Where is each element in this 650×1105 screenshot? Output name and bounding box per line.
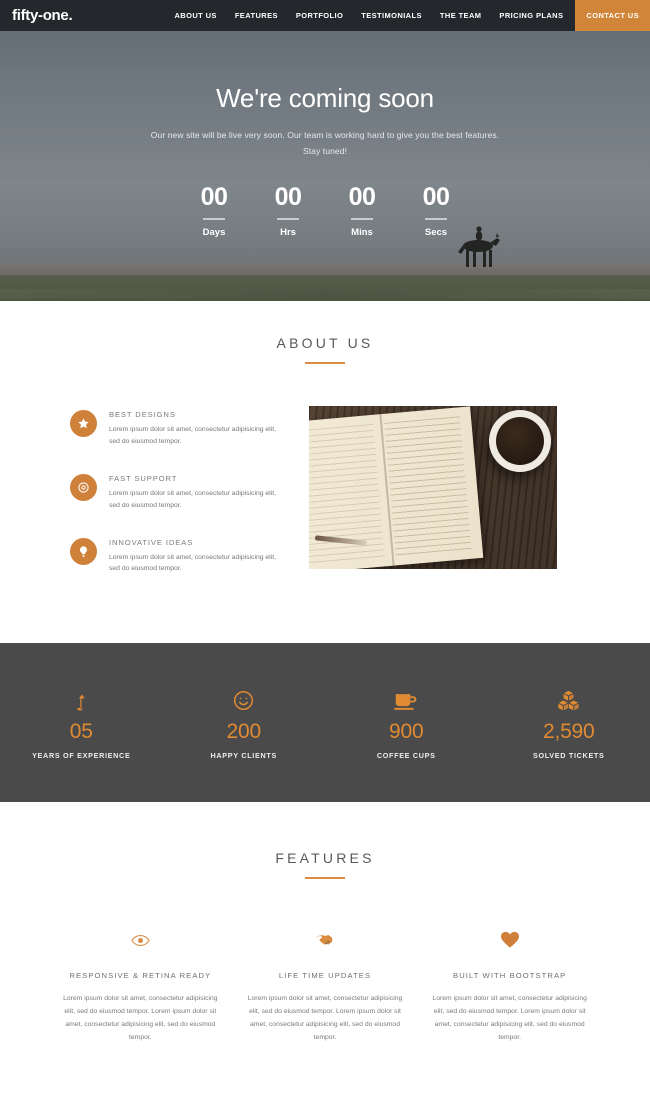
countdown-minutes-label: Mins [337, 227, 387, 238]
counter-label: COFFEE CUPS [325, 751, 488, 760]
hero-title: We're coming soon [0, 83, 650, 114]
counter-value: 05 [0, 720, 163, 744]
feature-responsive-retina-ready: RESPONSIVE & RETINA READY Lorem ipsum do… [55, 927, 226, 1045]
about-photo-notebook-coffee [309, 406, 557, 569]
about-body: BEST DESIGNS Lorem ipsum dolor sit amet,… [0, 364, 650, 601]
feature-title: RESPONSIVE & RETINA READY [55, 971, 226, 980]
open-notebook [309, 406, 483, 569]
feature-desc: Lorem ipsum dolor sit amet, consectetur … [424, 993, 595, 1045]
counter-label: SOLVED TICKETS [488, 751, 650, 760]
nav-item-about-us[interactable]: ABOUT US [165, 0, 225, 31]
about-feature-title: INNOVATIVE IDEAS [109, 538, 285, 547]
countdown-divider [425, 218, 447, 220]
feature-title: LIFE TIME UPDATES [240, 971, 411, 980]
countdown-divider [277, 218, 299, 220]
countdown-days-value: 00 [189, 185, 239, 210]
contact-us-button[interactable]: CONTACT US [575, 0, 650, 31]
lightbulb-icon [70, 538, 97, 565]
growth-arrow-icon [0, 685, 163, 711]
feature-life-time-updates: LIFE TIME UPDATES Lorem ipsum dolor sit … [240, 927, 411, 1045]
about-feature-item: FAST SUPPORT Lorem ipsum dolor sit amet,… [70, 474, 285, 512]
about-feature-list: BEST DESIGNS Lorem ipsum dolor sit amet,… [70, 406, 285, 601]
about-feature-item: INNOVATIVE IDEAS Lorem ipsum dolor sit a… [70, 538, 285, 576]
counter-value: 200 [163, 720, 326, 744]
hero-content: We're coming soon Our new site will be l… [0, 31, 650, 238]
about-feature-title: BEST DESIGNS [109, 410, 285, 419]
hero-subtitle: Our new site will be live very soon. Our… [143, 128, 507, 159]
counter-label: YEARS OF EXPERIENCE [0, 751, 163, 760]
main-nav: ABOUT US FEATURES PORTFOLIO TESTIMONIALS… [165, 0, 650, 31]
about-title: ABOUT US [0, 335, 650, 351]
about-feature-text: FAST SUPPORT Lorem ipsum dolor sit amet,… [109, 474, 285, 512]
eye-icon [55, 927, 226, 953]
coffee-cup-icon [325, 685, 488, 711]
navbar: fifty-one. ABOUT US FEATURES PORTFOLIO T… [0, 0, 650, 31]
countdown-divider [203, 218, 225, 220]
counters-section: 05 YEARS OF EXPERIENCE 200 HAPPY CLIENTS… [0, 643, 650, 802]
counter-value: 900 [325, 720, 488, 744]
about-section: ABOUT US BEST DESIGNS Lorem ipsum dolor … [0, 301, 650, 601]
about-feature-text: INNOVATIVE IDEAS Lorem ipsum dolor sit a… [109, 538, 285, 576]
counter-label: HAPPY CLIENTS [163, 751, 326, 760]
about-feature-desc: Lorem ipsum dolor sit amet, consectetur … [109, 488, 285, 512]
countdown-seconds: 00 Secs [411, 185, 461, 238]
features-heading: FEATURES [0, 850, 650, 879]
about-feature-title: FAST SUPPORT [109, 474, 285, 483]
nav-item-pricing-plans[interactable]: PRICING PLANS [490, 0, 572, 31]
notebook-right-page-lines [384, 416, 472, 556]
countdown-hours: 00 Hrs [263, 185, 313, 238]
countdown-seconds-value: 00 [411, 185, 461, 210]
star-icon [70, 410, 97, 437]
feature-built-with-bootstrap: BUILT WITH BOOTSTRAP Lorem ipsum dolor s… [424, 927, 595, 1045]
nav-item-portfolio[interactable]: PORTFOLIO [287, 0, 352, 31]
about-feature-desc: Lorem ipsum dolor sit amet, consectetur … [109, 552, 285, 576]
counter-years-of-experience: 05 YEARS OF EXPERIENCE [0, 685, 163, 760]
counter-happy-clients: 200 HAPPY CLIENTS [163, 685, 326, 760]
countdown-days-label: Days [189, 227, 239, 238]
counter-solved-tickets: 2,590 SOLVED TICKETS [488, 685, 650, 760]
counter-coffee-cups: 900 COFFEE CUPS [325, 685, 488, 760]
nav-item-the-team[interactable]: THE TEAM [431, 0, 491, 31]
about-feature-text: BEST DESIGNS Lorem ipsum dolor sit amet,… [109, 410, 285, 448]
nav-item-testimonials[interactable]: TESTIMONIALS [352, 0, 431, 31]
boxes-icon [488, 685, 650, 711]
countdown-minutes: 00 Mins [337, 185, 387, 238]
features-section: FEATURES RESPONSIVE & RETINA READY Lorem… [0, 802, 650, 1105]
feature-title: BUILT WITH BOOTSTRAP [424, 971, 595, 980]
about-feature-desc: Lorem ipsum dolor sit amet, consectetur … [109, 424, 285, 448]
nav-item-features[interactable]: FEATURES [226, 0, 287, 31]
countdown-divider [351, 218, 373, 220]
hero-section: We're coming soon Our new site will be l… [0, 31, 650, 301]
handshake-icon [240, 927, 411, 953]
heart-icon [424, 927, 595, 953]
about-heading: ABOUT US [0, 335, 650, 364]
features-title: FEATURES [0, 850, 650, 866]
feature-desc: Lorem ipsum dolor sit amet, consectetur … [55, 993, 226, 1045]
clock-icon [70, 474, 97, 501]
about-feature-item: BEST DESIGNS Lorem ipsum dolor sit amet,… [70, 410, 285, 448]
smiley-icon [163, 685, 326, 711]
countdown-seconds-label: Secs [411, 227, 461, 238]
site-logo[interactable]: fifty-one. [0, 0, 72, 31]
counter-value: 2,590 [488, 720, 650, 744]
features-columns: RESPONSIVE & RETINA READY Lorem ipsum do… [0, 879, 650, 1045]
feature-desc: Lorem ipsum dolor sit amet, consectetur … [240, 993, 411, 1045]
countdown-hours-value: 00 [263, 185, 313, 210]
countdown-timer: 00 Days 00 Hrs 00 Mins 00 Secs [0, 185, 650, 238]
coffee-cup [489, 410, 551, 472]
countdown-minutes-value: 00 [337, 185, 387, 210]
countdown-days: 00 Days [189, 185, 239, 238]
countdown-hours-label: Hrs [263, 227, 313, 238]
